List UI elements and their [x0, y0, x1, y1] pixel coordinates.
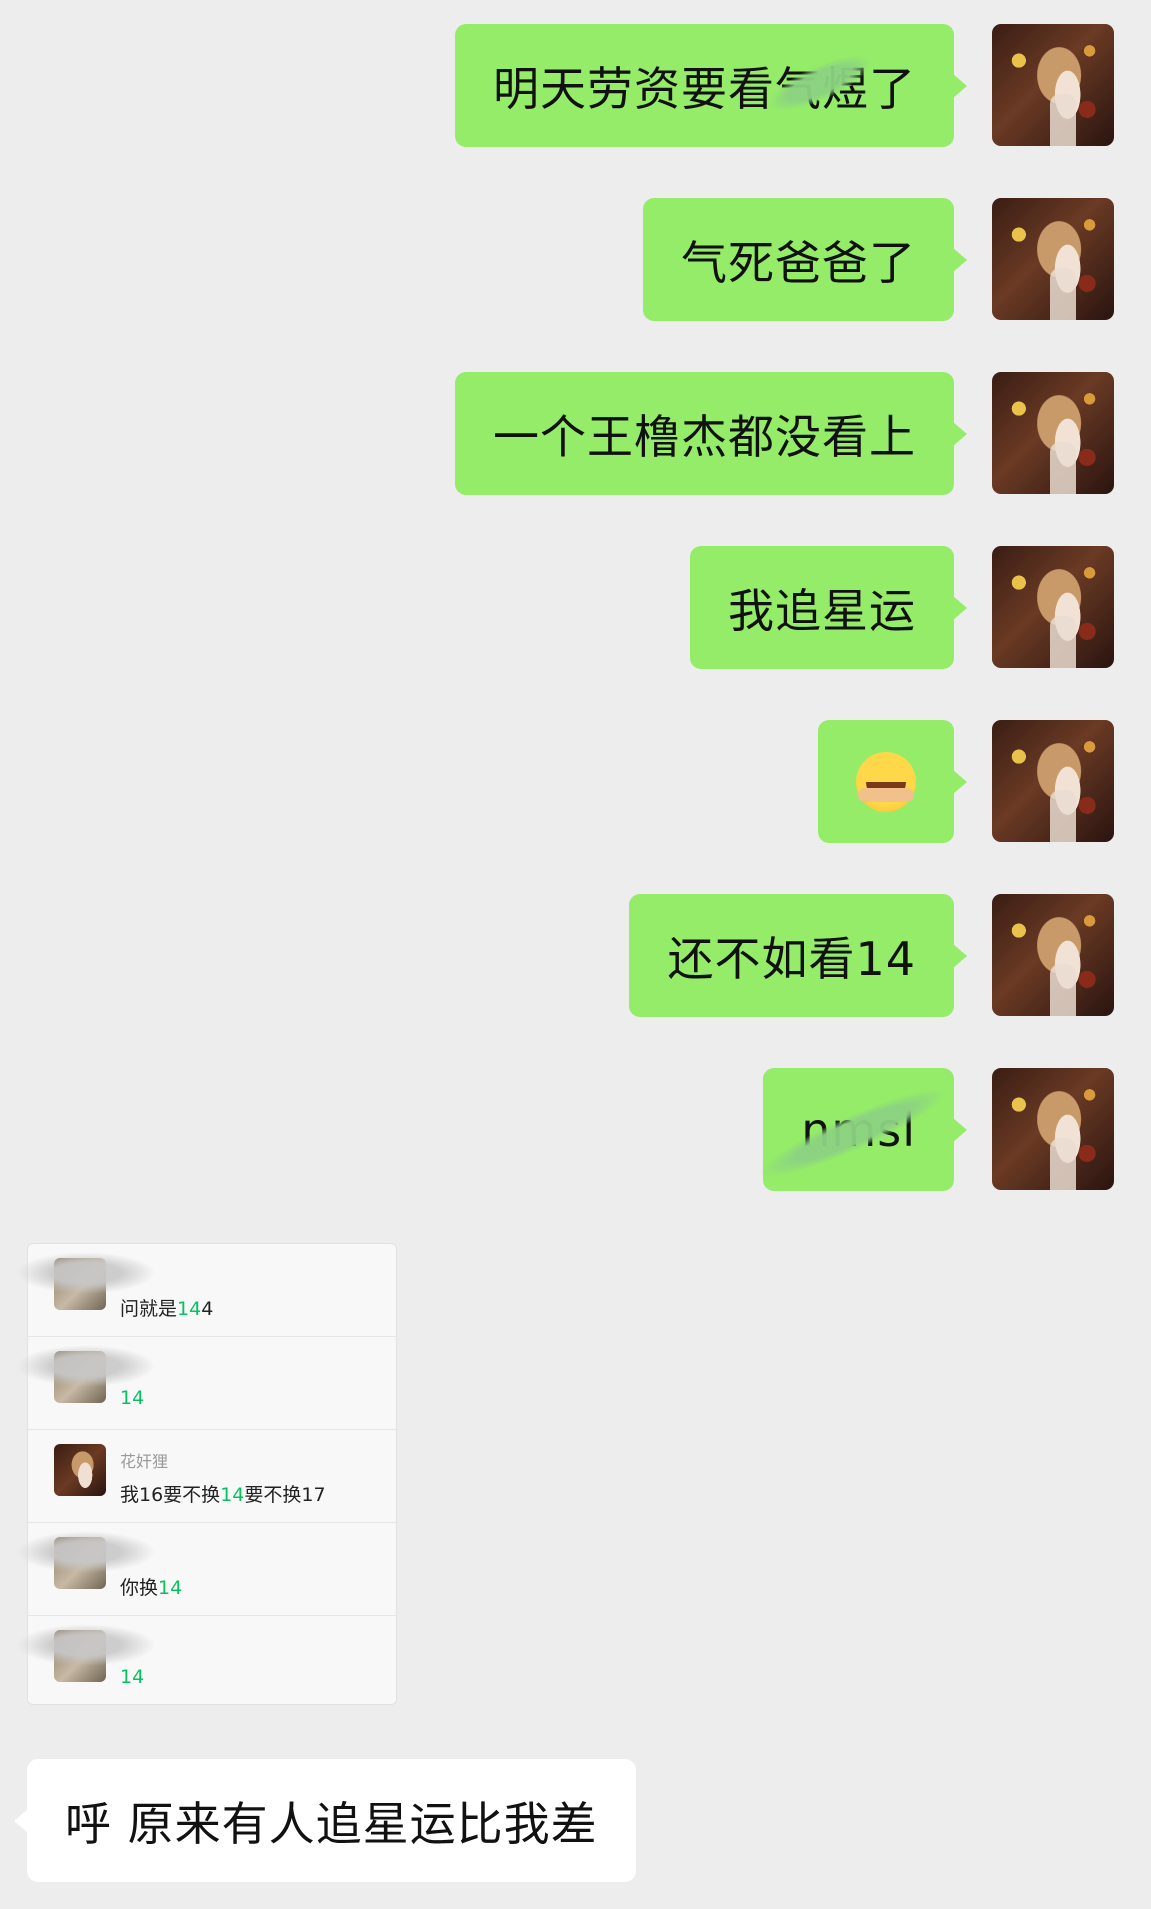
message-row: 我追星运 — [690, 546, 1114, 669]
avatar[interactable] — [992, 24, 1114, 146]
blur-mark — [16, 1531, 156, 1573]
message-row: 还不如看14 — [629, 894, 1114, 1017]
sender-name: 花奸狸 — [120, 1452, 169, 1471]
quoted-message-text: 14 — [120, 1387, 145, 1409]
message-row: nmsl — [755, 1068, 1114, 1191]
blur-mark — [755, 1076, 952, 1190]
avatar — [54, 1444, 106, 1496]
message-text: 还不如看14 — [667, 931, 916, 986]
blur-mark — [16, 1252, 156, 1294]
avatar[interactable] — [992, 546, 1114, 668]
chat-area: 明天劳资要看气煜了 气死爸爸了 一个王橹杰都没看上 我追星运 还不如看14 问就… — [0, 0, 1151, 1909]
message-bubble[interactable]: 一个王橹杰都没看上 — [455, 372, 967, 495]
avatar[interactable] — [992, 894, 1114, 1016]
message-text: 我追星运 — [728, 583, 916, 638]
message-bubble[interactable]: 气死爸爸了 — [643, 198, 967, 321]
list-item: 问就是144 — [16, 1244, 396, 1337]
avatar[interactable] — [992, 1068, 1114, 1190]
quoted-message-text: 我16要不换14要不换17 — [120, 1484, 326, 1506]
list-item: 14 — [16, 1337, 396, 1430]
list-item: 14 — [16, 1616, 396, 1708]
avatar[interactable] — [992, 198, 1114, 320]
quoted-message-text: 问就是144 — [120, 1298, 214, 1320]
message-text: 呼 原来有人追星运比我差 — [65, 1796, 598, 1851]
avatar[interactable] — [992, 372, 1114, 494]
message-bubble[interactable]: 明天劳资要看气煜了 — [455, 24, 967, 147]
message-row: 明天劳资要看气煜了 — [455, 24, 1114, 147]
message-row: 呼 原来有人追星运比我差 — [14, 1759, 636, 1882]
message-bubble[interactable]: 呼 原来有人追星运比我差 — [14, 1759, 636, 1882]
message-text: 一个王橹杰都没看上 — [493, 409, 916, 464]
message-bubble[interactable]: 还不如看14 — [629, 894, 967, 1017]
message-bubble[interactable] — [818, 720, 967, 843]
quoted-chat-image[interactable]: 问就是144 14 花奸狸 我16要不换14要不换17 你换14 14 — [16, 1243, 397, 1708]
message-bubble[interactable]: 我追星运 — [690, 546, 967, 669]
message-row — [818, 720, 1114, 843]
crying-laughing-emoji-icon — [856, 751, 916, 812]
list-item: 你换14 — [16, 1523, 396, 1616]
quoted-message-text: 你换14 — [120, 1577, 183, 1599]
blur-mark — [16, 1345, 156, 1387]
message-bubble[interactable]: nmsl — [755, 1068, 967, 1191]
list-item: 花奸狸 我16要不换14要不换17 — [28, 1430, 396, 1523]
message-row: 气死爸爸了 — [643, 198, 1114, 321]
quoted-message-text: 14 — [120, 1666, 145, 1688]
avatar[interactable] — [992, 720, 1114, 842]
message-row: 一个王橹杰都没看上 — [455, 372, 1114, 495]
blur-mark — [16, 1624, 156, 1666]
message-text: 气死爸爸了 — [681, 235, 916, 290]
